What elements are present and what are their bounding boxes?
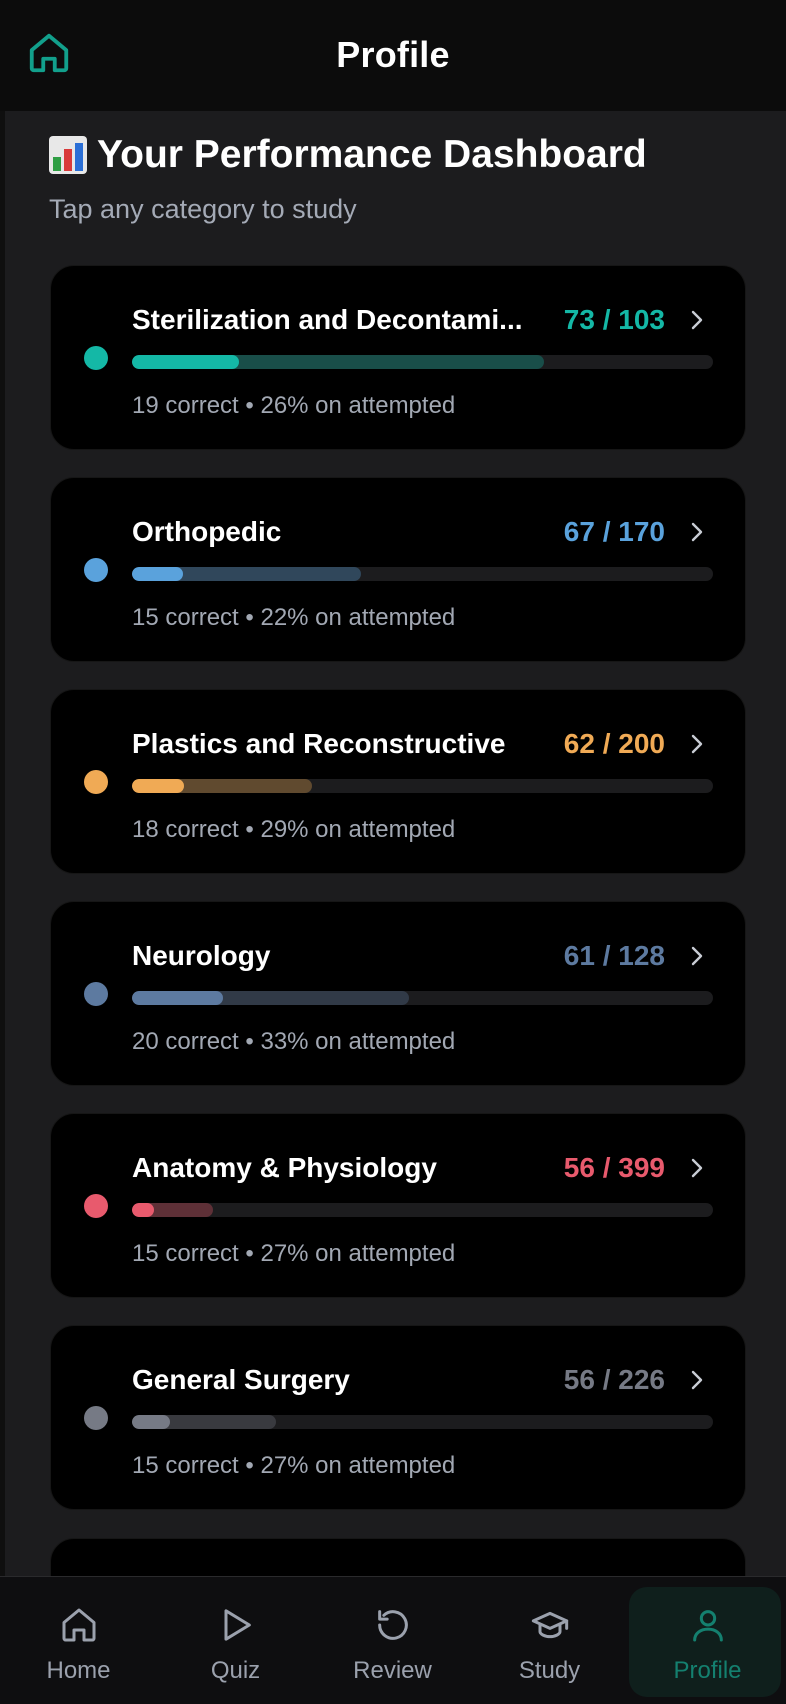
tab-study[interactable]: Study — [471, 1577, 628, 1704]
correct-count: 15 correct — [132, 1240, 239, 1267]
tab-quiz[interactable]: Quiz — [157, 1577, 314, 1704]
person-icon — [692, 1610, 723, 1642]
category-color-dot — [84, 1406, 108, 1430]
category-meta: 15 correct • 27% on attempted — [132, 1240, 455, 1268]
tab-profile[interactable]: Profile — [629, 1577, 786, 1704]
graduation-cap-icon — [531, 1611, 568, 1639]
category-meta: 18 correct • 29% on attempted — [132, 816, 455, 844]
tab-home[interactable]: Home — [0, 1577, 157, 1704]
page-title: Profile — [336, 34, 450, 75]
correct-count: 15 correct — [132, 1452, 239, 1479]
meta-separator: • — [245, 1240, 254, 1267]
bottom-tab-bar: Home Quiz Review Study Profile — [0, 1576, 786, 1704]
dashboard-subtitle: Tap any category to study — [49, 194, 357, 224]
progress-track — [132, 355, 713, 369]
chevron-right-icon — [691, 310, 703, 330]
category-card[interactable]: Sterilization and Decontami... 73 / 103 19… — [50, 265, 746, 450]
category-card[interactable]: General Surgery 56 / 226 15 correct • 27% … — [50, 1325, 746, 1510]
category-score: 62 / 200 — [563, 728, 665, 759]
category-name: Anatomy & Physiology — [132, 1152, 437, 1183]
chevron-right-icon — [691, 1370, 703, 1390]
progress-correct-fill — [132, 1203, 154, 1217]
progress-track — [132, 1203, 713, 1217]
progress-track — [132, 991, 713, 1005]
accuracy-text: 33% on attempted — [260, 1028, 456, 1055]
accuracy-text: 27% on attempted — [260, 1452, 456, 1479]
correct-count: 15 correct — [132, 604, 239, 631]
category-name: Plastics and Reconstructive — [132, 728, 506, 759]
tab-review[interactable]: Review — [314, 1577, 471, 1704]
meta-separator: • — [245, 392, 254, 419]
meta-separator: • — [245, 816, 254, 843]
category-score: 61 / 128 — [563, 940, 665, 971]
meta-separator: • — [245, 1028, 254, 1055]
chevron-right-icon — [691, 734, 703, 754]
category-card[interactable]: Orthopedic 67 / 170 15 correct • 22% on at… — [50, 477, 746, 662]
accuracy-text: 22% on attempted — [260, 604, 456, 631]
category-color-dot — [84, 982, 108, 1006]
refresh-icon — [377, 1610, 408, 1640]
meta-separator: • — [245, 604, 254, 631]
tab-review-label: Review — [353, 1657, 432, 1684]
tab-profile-label: Profile — [673, 1657, 742, 1684]
accuracy-text: 29% on attempted — [260, 816, 456, 843]
correct-count: 18 correct — [132, 816, 239, 843]
app-header: Profile — [0, 0, 786, 111]
category-color-dot — [84, 1194, 108, 1218]
category-card[interactable]: Neurology 61 / 128 20 correct • 33% on att… — [50, 901, 746, 1086]
progress-track — [132, 779, 713, 793]
chevron-right-icon — [691, 946, 703, 966]
play-icon — [224, 1609, 251, 1641]
meta-separator: • — [245, 1452, 254, 1479]
progress-correct-fill — [132, 355, 239, 369]
progress-correct-fill — [132, 779, 184, 793]
chevron-right-icon — [691, 522, 703, 542]
category-meta: 19 correct • 26% on attempted — [132, 392, 455, 420]
accuracy-text: 27% on attempted — [260, 1240, 456, 1267]
bar-chart-icon — [49, 136, 87, 174]
correct-count: 19 correct — [132, 392, 239, 419]
dashboard-heading: Your Performance Dashboard — [49, 133, 647, 177]
category-name: Neurology — [132, 940, 271, 971]
progress-correct-fill — [132, 1415, 170, 1429]
category-name: General Surgery — [132, 1364, 350, 1395]
category-meta: 15 correct • 27% on attempted — [132, 1452, 455, 1480]
category-card-partial[interactable] — [50, 1538, 746, 1576]
category-score: 56 / 226 — [563, 1364, 665, 1395]
category-meta: 20 correct • 33% on attempted — [132, 1028, 455, 1056]
category-color-dot — [84, 346, 108, 370]
home-icon — [62, 1608, 95, 1642]
correct-count: 20 correct — [132, 1028, 239, 1055]
progress-correct-fill — [132, 567, 183, 581]
tab-home-label: Home — [46, 1657, 111, 1684]
category-name: Sterilization and Decontami... — [132, 304, 523, 335]
dashboard-scroll-area[interactable]: Your Performance Dashboard Tap any categ… — [0, 111, 786, 1576]
tab-study-label: Study — [518, 1657, 581, 1684]
category-color-dot — [84, 770, 108, 794]
category-card[interactable]: Anatomy & Physiology 56 / 399 15 correct •… — [50, 1113, 746, 1298]
category-score: 67 / 170 — [563, 516, 665, 547]
category-score: 73 / 103 — [563, 304, 665, 335]
category-color-dot — [84, 558, 108, 582]
chevron-right-icon — [691, 1158, 703, 1178]
category-name: Orthopedic — [132, 516, 282, 547]
category-score: 56 / 399 — [563, 1152, 665, 1183]
tab-quiz-label: Quiz — [210, 1657, 261, 1684]
accuracy-text: 26% on attempted — [260, 392, 456, 419]
category-meta: 15 correct • 22% on attempted — [132, 604, 455, 632]
progress-track — [132, 1415, 713, 1429]
progress-track — [132, 567, 713, 581]
dashboard-title: Your Performance Dashboard — [97, 133, 647, 176]
category-card[interactable]: Plastics and Reconstructive 62 / 200 18 co… — [50, 689, 746, 874]
progress-correct-fill — [132, 991, 223, 1005]
